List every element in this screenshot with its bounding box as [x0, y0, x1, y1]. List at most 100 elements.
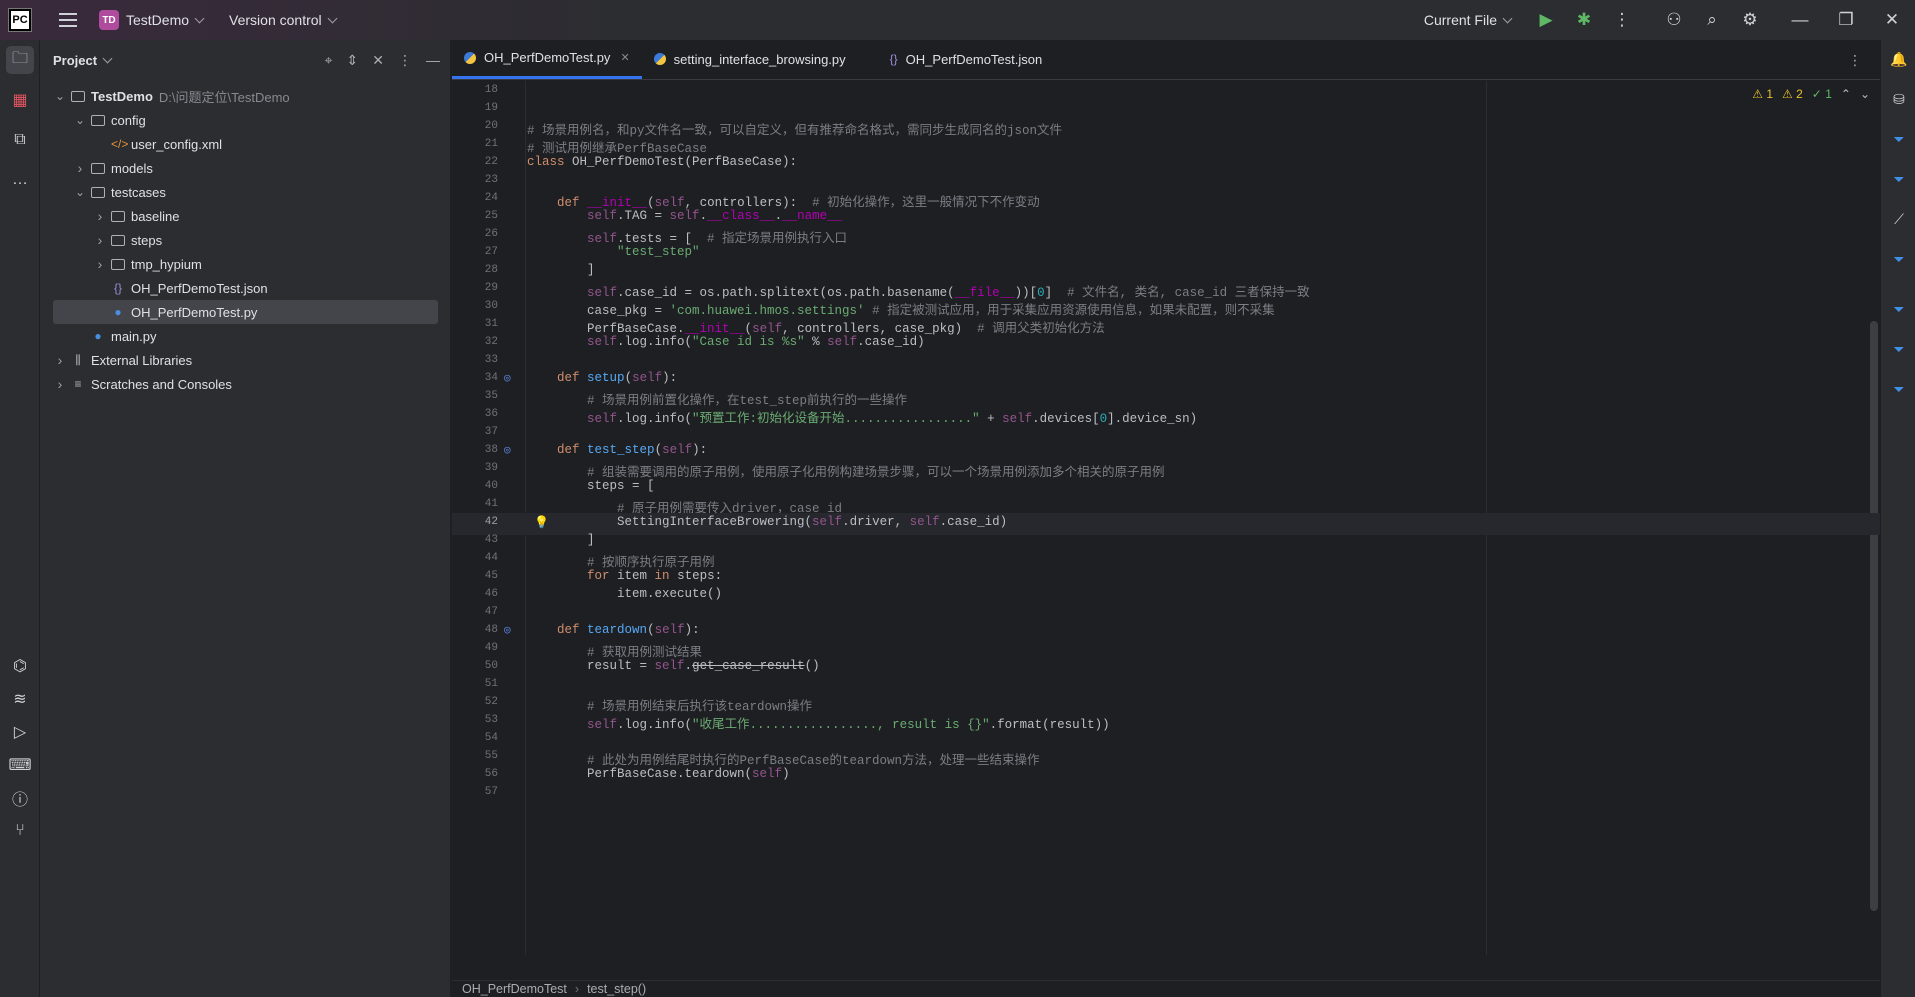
code-line[interactable]: case_pkg = 'com.huawei.hmos.settings' # … [527, 299, 1275, 318]
code-line[interactable]: # 场景用例名，和py文件名一致，可以自定义，但有推荐命名格式，需同步生成同名的… [527, 119, 1062, 138]
code-line[interactable]: def __init__(self, controllers): # 初始化操作… [527, 191, 1040, 210]
main-menu-icon[interactable] [59, 13, 77, 27]
expand-all-icon[interactable]: ⇕ [347, 52, 359, 69]
profiler-icon[interactable]: ⟋ [1888, 208, 1910, 230]
vertical-scrollbar[interactable] [1870, 321, 1878, 911]
tree-item[interactable]: › ≡ Scratches and Consoles [40, 372, 451, 396]
more-tools-icon[interactable]: … [6, 166, 34, 194]
locate-file-icon[interactable]: ⌖ [325, 52, 333, 69]
plugin-filter-icon[interactable]: ⏷ [1888, 168, 1910, 190]
options-icon[interactable]: ⋮ [398, 52, 412, 69]
previous-highlight-icon[interactable]: ⌃ [1841, 87, 1851, 101]
chevron-right-icon[interactable]: › [53, 376, 67, 392]
breadcrumb-class[interactable]: OH_PerfDemoTest [462, 982, 567, 996]
next-highlight-icon[interactable]: ⌄ [1860, 87, 1870, 101]
run-icon[interactable]: ▶ [1527, 0, 1565, 40]
database-icon[interactable]: ⛁ [1888, 88, 1910, 110]
structure-tool-icon[interactable]: ⧉ [6, 126, 34, 154]
python-console-icon[interactable]: ⌬ [6, 652, 34, 680]
chevron-right-icon[interactable]: › [93, 232, 107, 248]
code-line[interactable]: class OH_PerfDemoTest(PerfBaseCase): [527, 155, 797, 169]
chevron-right-icon[interactable]: › [93, 256, 107, 272]
services-icon[interactable]: ▷ [6, 718, 34, 746]
code-line[interactable]: def teardown(self): [527, 623, 700, 637]
tab-options-icon[interactable]: ⋮ [1848, 52, 1862, 69]
close-icon[interactable]: ✕ [1869, 0, 1915, 40]
tab-oh-perfdemotest-json[interactable]: {} OH_PerfDemoTest.json [878, 39, 1055, 79]
tree-item[interactable]: {} OH_PerfDemoTest.json [40, 276, 451, 300]
code-line[interactable]: # 获取用例测试结果 [527, 641, 702, 660]
code-line[interactable]: self.TAG = self.__class__.__name__ [527, 209, 842, 223]
add-user-icon[interactable]: ⚇ [1655, 0, 1693, 40]
code-line[interactable]: # 按顺序执行原子用例 [527, 551, 715, 570]
plugin-filter-icon[interactable]: ⏷ [1888, 298, 1910, 320]
problems-icon[interactable]: ⓘ [6, 784, 34, 812]
tab-oh-perfdemotest-py[interactable]: OH_PerfDemoTest.py ✕ [452, 39, 642, 79]
code-line[interactable]: self.log.info("Case id is %s" % self.cas… [527, 335, 925, 349]
override-method-icon[interactable]: ◎ [504, 443, 511, 457]
plugin-filter-icon[interactable]: ⏷ [1888, 128, 1910, 150]
code-line[interactable]: self.log.info("预置工作:初始化设备开始.............… [527, 407, 1197, 426]
hide-panel-icon[interactable]: — [426, 52, 440, 69]
project-tool-icon[interactable]: 🗀 [6, 46, 34, 74]
inspection-widget[interactable]: ⚠ 1 ⚠ 2 ✓ 1 ⌃ ⌄ [1752, 87, 1870, 101]
collapse-all-icon[interactable]: ✕ [372, 52, 384, 69]
plugin-tool-icon[interactable]: ▦ [6, 86, 34, 114]
code-line[interactable]: ] [527, 533, 595, 547]
code-line[interactable]: def test_step(self): [527, 443, 707, 457]
search-icon[interactable]: ⌕ [1693, 0, 1731, 40]
code-line[interactable]: ] [527, 263, 595, 277]
git-icon[interactable]: ⑂ [6, 817, 34, 845]
tree-item[interactable]: </> user_config.xml [40, 132, 451, 156]
code-line[interactable]: # 组装需要调用的原子用例，使用原子化用例构建场景步骤，可以一个场景用例添加多个… [527, 461, 1165, 480]
tab-setting-interface-browsing-py[interactable]: setting_interface_browsing.py [642, 39, 858, 79]
tree-item[interactable]: ⌄ TestDemo D:\问题定位\TestDemo [40, 84, 451, 108]
code-line[interactable]: # 此处为用例结尾时执行的PerfBaseCase的teardown方法，处理一… [527, 749, 1040, 768]
override-method-icon[interactable]: ◎ [504, 371, 511, 385]
chevron-right-icon[interactable]: › [73, 160, 87, 176]
code-line[interactable]: PerfBaseCase.teardown(self) [527, 767, 790, 781]
code-line[interactable]: PerfBaseCase.__init__(self, controllers,… [527, 317, 1105, 336]
tree-item[interactable]: ● OH_PerfDemoTest.py [53, 300, 438, 324]
code-line[interactable]: def setup(self): [527, 371, 677, 385]
chevron-down-icon[interactable]: ⌄ [73, 185, 87, 199]
settings-gear-icon[interactable]: ⚙ [1731, 0, 1769, 40]
run-config-selector[interactable]: Current File [1424, 12, 1513, 28]
python-packages-icon[interactable]: ≋ [6, 685, 34, 713]
plugin-filter-icon[interactable]: ⏷ [1888, 378, 1910, 400]
code-line[interactable]: steps = [ [527, 479, 655, 493]
version-control-menu[interactable]: Version control [229, 12, 338, 28]
tree-item[interactable]: ● main.py [40, 324, 451, 348]
chevron-down-icon[interactable]: ⌄ [53, 89, 67, 103]
tree-item[interactable]: ⌄ testcases [40, 180, 451, 204]
plugin-filter-icon[interactable]: ⏷ [1888, 338, 1910, 360]
terminal-icon[interactable]: ⌨ [6, 751, 34, 779]
chevron-right-icon[interactable]: › [53, 352, 67, 368]
code-editor[interactable]: ⚠ 1 ⚠ 2 ✓ 1 ⌃ ⌄ 18 19 20 # 场景用例名，和py文件名一致，可… [452, 81, 1880, 955]
code-line[interactable]: SettingInterfaceBrowering(self.driver, s… [527, 515, 1007, 529]
chevron-down-icon[interactable]: ⌄ [73, 113, 87, 127]
tree-item[interactable]: › ⫼ External Libraries [40, 348, 451, 372]
restore-icon[interactable]: ❐ [1823, 0, 1869, 40]
code-line[interactable]: self.log.info("收尾工作................., re… [527, 713, 1110, 732]
tree-item[interactable]: › baseline [40, 204, 451, 228]
code-line[interactable]: self.tests = [ # 指定场景用例执行入口 [527, 227, 847, 246]
minimize-icon[interactable]: — [1777, 0, 1823, 40]
notifications-icon[interactable]: 🔔 [1888, 48, 1910, 70]
code-line[interactable]: # 场景用例前置化操作，在test_step前执行的一些操作 [527, 389, 907, 408]
project-selector[interactable]: TD TestDemo [99, 10, 205, 30]
code-line[interactable]: result = self.get_case_result() [527, 659, 820, 673]
tree-item[interactable]: › tmp_hypium [40, 252, 451, 276]
plugin-filter-icon[interactable]: ⏷ [1888, 248, 1910, 270]
tree-item[interactable]: › models [40, 156, 451, 180]
tree-item[interactable]: ⌄ config [40, 108, 451, 132]
code-line[interactable]: self.case_id = os.path.splitext(os.path.… [527, 281, 1310, 300]
tree-item[interactable]: › steps [40, 228, 451, 252]
code-line[interactable]: item.execute() [527, 587, 722, 601]
close-tab-icon[interactable]: ✕ [620, 51, 629, 64]
breadcrumb-method[interactable]: test_step() [587, 982, 646, 996]
code-line[interactable]: # 场景用例结束后执行该teardown操作 [527, 695, 812, 714]
chevron-right-icon[interactable]: › [93, 208, 107, 224]
override-method-icon[interactable]: ◎ [504, 623, 511, 637]
code-line[interactable]: # 测试用例继承PerfBaseCase [527, 137, 707, 156]
